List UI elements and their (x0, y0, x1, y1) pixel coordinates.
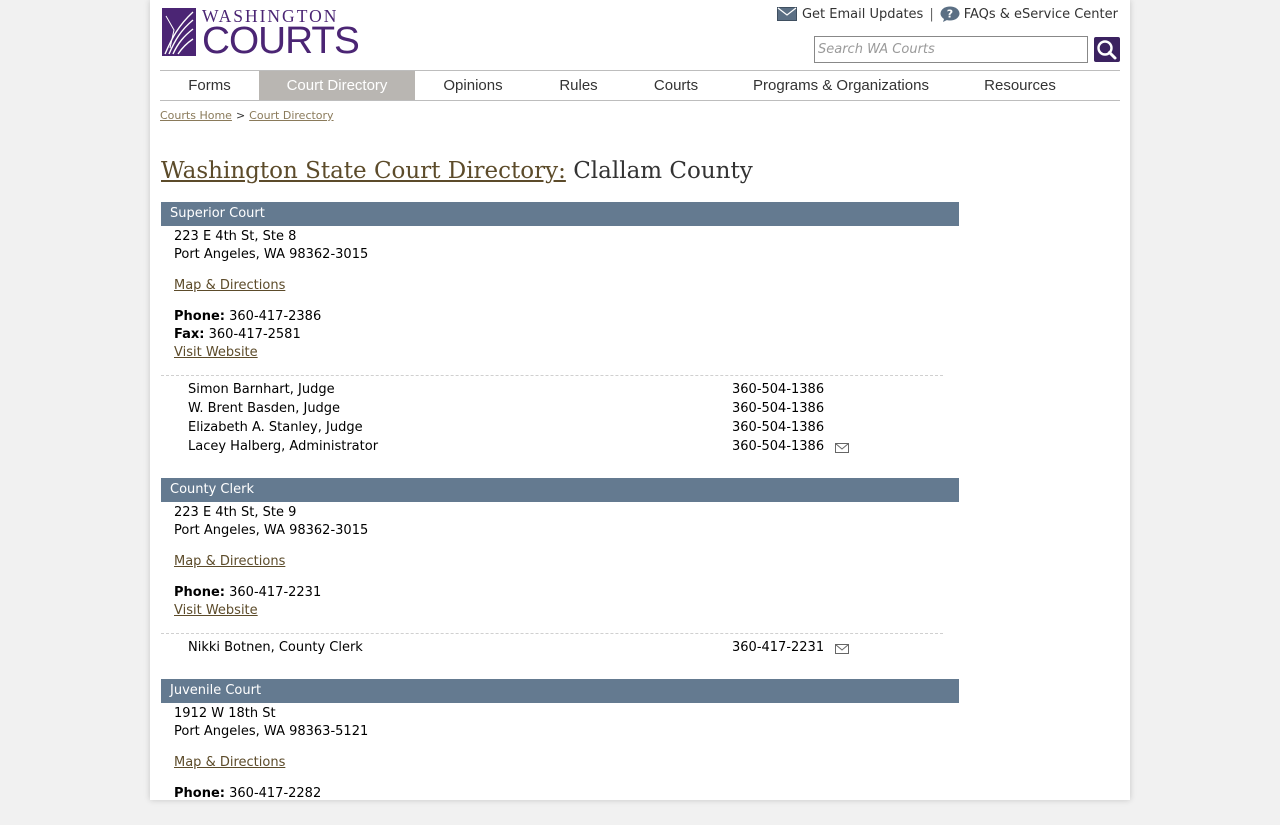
address-line-1: 223 E 4th St, Ste 8 (174, 229, 297, 244)
washington-courts-logo[interactable]: WASHINGTON COURTS (162, 7, 362, 62)
search-icon (1097, 40, 1117, 60)
search-input[interactable] (814, 36, 1088, 63)
section-header: Juvenile Court (161, 679, 959, 703)
directory-content: Superior Court 223 E 4th St, Ste 8 Port … (161, 202, 959, 825)
address-line-2: Port Angeles, WA 98363-5121 (174, 724, 369, 739)
county-name: Clallam County (573, 158, 753, 184)
phone-label: Phone: (174, 585, 225, 600)
fax-value: 360-417-2581 (208, 327, 301, 342)
section-juvenile-court: Juvenile Court 1912 W 18th St Port Angel… (161, 679, 959, 803)
fax-label: Fax: (174, 327, 205, 342)
staff-phone: 360-504-1386 (732, 420, 825, 435)
nav-resources[interactable]: Resources (956, 71, 1084, 100)
nav-court-directory[interactable]: Court Directory (259, 71, 415, 100)
staff-name: Elizabeth A. Stanley, Judge (188, 420, 363, 435)
staff-row: Simon Barnhart, Judge 360-504-1386 (188, 380, 943, 399)
phone-line: Phone: 360-417-2282 (174, 785, 959, 803)
map-directions-link[interactable]: Map & Directions (174, 278, 285, 293)
nav-opinions[interactable]: Opinions (415, 71, 531, 100)
visit-website-link[interactable]: Visit Website (174, 345, 258, 360)
breadcrumb-separator: > (235, 109, 246, 122)
nav-forms[interactable]: Forms (160, 71, 259, 100)
main-nav: Forms Court Directory Opinions Rules Cou… (160, 70, 1120, 101)
staff-phone: 360-504-1386 (732, 382, 825, 397)
staff-row: Lacey Halberg, Administrator 360-504-138… (188, 437, 943, 456)
phone-value: 360-417-2282 (229, 786, 322, 801)
breadcrumb: Courts Home > Court Directory (160, 109, 334, 122)
logo-mark-icon (162, 8, 196, 56)
search-button[interactable] (1094, 37, 1120, 62)
email-icon (776, 7, 797, 21)
section-county-clerk: County Clerk 223 E 4th St, Ste 9 Port An… (161, 478, 959, 657)
page-title: Washington State Court Directory: Clalla… (161, 158, 753, 184)
address-line-2: Port Angeles, WA 98362-3015 (174, 247, 369, 262)
nav-programs-organizations[interactable]: Programs & Organizations (726, 71, 956, 100)
section-superior-court: Superior Court 223 E 4th St, Ste 8 Port … (161, 202, 959, 456)
util-separator: | (929, 6, 934, 22)
phone-line: Phone: 360-417-2231 (174, 584, 959, 602)
map-directions-link[interactable]: Map & Directions (174, 755, 285, 770)
staff-name: Nikki Botnen, County Clerk (188, 640, 363, 655)
logo-bottom-text: COURTS (202, 20, 360, 62)
staff-list: Simon Barnhart, Judge 360-504-1386 W. Br… (161, 375, 943, 456)
directory-title-link[interactable]: Washington State Court Directory: (161, 158, 566, 184)
phone-value: 360-417-2231 (229, 585, 322, 600)
phone-label: Phone: (174, 309, 225, 324)
email-updates-link[interactable]: Get Email Updates (802, 7, 923, 22)
phone-line: Phone: 360-417-2386 (174, 308, 959, 326)
staff-row: Nikki Botnen, County Clerk 360-417-2231 (188, 638, 943, 657)
address-line-1: 1912 W 18th St (174, 706, 276, 721)
email-envelope-icon[interactable] (835, 443, 849, 453)
breadcrumb-courts-home[interactable]: Courts Home (160, 109, 232, 122)
nav-courts[interactable]: Courts (626, 71, 726, 100)
staff-phone: 360-504-1386 (732, 401, 825, 416)
visit-website-link[interactable]: Visit Website (174, 603, 258, 618)
nav-rules[interactable]: Rules (531, 71, 626, 100)
section-header: County Clerk (161, 478, 959, 502)
staff-phone: 360-504-1386 (732, 439, 825, 454)
staff-name: Lacey Halberg, Administrator (188, 439, 379, 454)
address-line-2: Port Angeles, WA 98362-3015 (174, 523, 369, 538)
address-line-1: 223 E 4th St, Ste 9 (174, 505, 297, 520)
section-header: Superior Court (161, 202, 959, 226)
phone-value: 360-417-2386 (229, 309, 322, 324)
svg-text:?: ? (947, 8, 953, 21)
faqs-eservice-link[interactable]: FAQs & eService Center (964, 7, 1118, 22)
staff-name: W. Brent Basden, Judge (188, 401, 341, 416)
staff-list: Nikki Botnen, County Clerk 360-417-2231 (161, 633, 943, 657)
staff-name: Simon Barnhart, Judge (188, 382, 335, 397)
help-bubble-icon: ? (940, 6, 960, 22)
email-envelope-icon[interactable] (835, 644, 849, 654)
staff-row: Elizabeth A. Stanley, Judge 360-504-1386 (188, 418, 943, 437)
phone-label: Phone: (174, 786, 225, 801)
breadcrumb-court-directory[interactable]: Court Directory (249, 109, 333, 122)
utility-links: Get Email Updates | ? FAQs & eService Ce… (776, 6, 1118, 22)
map-directions-link[interactable]: Map & Directions (174, 554, 285, 569)
fax-line: Fax: 360-417-2581 (174, 326, 959, 344)
staff-phone: 360-417-2231 (732, 640, 825, 655)
page: WASHINGTON COURTS Get Email Updates | ? … (150, 0, 1130, 801)
staff-row: W. Brent Basden, Judge 360-504-1386 (188, 399, 943, 418)
